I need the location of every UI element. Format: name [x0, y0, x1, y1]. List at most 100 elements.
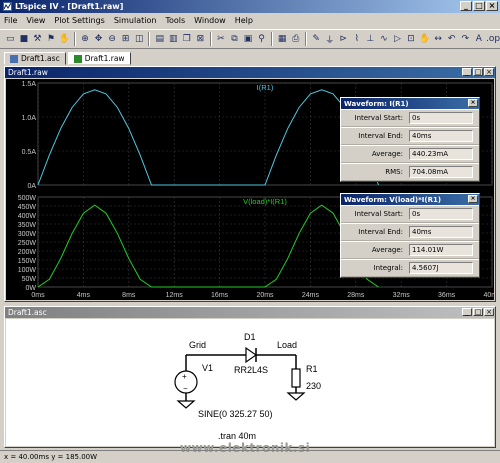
menu-file[interactable]: File — [4, 16, 17, 25]
print-setup-icon[interactable]: ▦ — [276, 32, 289, 46]
y-tick-label: 300W — [18, 231, 37, 238]
menu-tools[interactable]: Tools — [165, 16, 185, 25]
menu-plot-settings[interactable]: Plot Settings — [54, 16, 104, 25]
run-icon[interactable]: ⚑ — [45, 32, 58, 46]
waveform-file-icon — [73, 54, 82, 63]
x-tick-label: 32ms — [393, 292, 411, 299]
measurement-label: Average: — [371, 150, 403, 158]
diode-icon[interactable]: ▷ — [391, 32, 404, 46]
trace-title: I(R1) — [257, 83, 274, 92]
print-icon[interactable]: ⎙ — [289, 32, 302, 46]
zoom-in-icon[interactable]: ⊕ — [79, 32, 92, 46]
source-ref-label[interactable]: V1 — [202, 363, 213, 373]
ground-icon[interactable]: ⏚ — [323, 32, 336, 46]
cut-icon[interactable]: ✂ — [215, 32, 228, 46]
measurement-label: Average: — [371, 246, 403, 254]
capacitor-icon[interactable]: ⊥ — [364, 32, 377, 46]
net-label-grid[interactable]: Grid — [189, 340, 206, 350]
tab-draft1-asc[interactable]: Draft1.asc — [4, 52, 66, 65]
menu-help[interactable]: Help — [235, 16, 253, 25]
zoom-pan-icon[interactable]: ✥ — [92, 32, 105, 46]
zoom-fit-icon[interactable]: ⊞ — [119, 32, 132, 46]
drag-icon[interactable]: ↔ — [432, 32, 445, 46]
trace-current — [37, 89, 379, 186]
waveform-close-button[interactable]: × — [484, 68, 494, 76]
toolbar-divider — [73, 32, 76, 46]
plot-area[interactable]: 1.5A 1.0A 0.5A 0A I(R1) 500W 450W 400W 350W 300W 2… — [6, 79, 494, 300]
ltspice-app-icon — [3, 2, 12, 11]
measurement-value: 114.01W — [409, 244, 473, 256]
tab-label: Draft1.raw — [84, 54, 125, 63]
schematic-minimize-button[interactable]: _ — [462, 308, 472, 316]
text-icon[interactable]: A — [473, 32, 486, 46]
voltage-source-v1[interactable]: + − — [174, 370, 198, 394]
measurement-row: RMS: 704.08mA — [341, 163, 479, 181]
schematic-canvas[interactable]: + − Grid Load D1 RR2L4S V1 R1 230 SINE(0… — [6, 319, 494, 446]
app-titlebar: LTspice IV - [Draft1.raw] _ □ × — [0, 0, 500, 13]
paste-icon[interactable]: ▣ — [242, 32, 255, 46]
tab-draft1-raw[interactable]: Draft1.raw — [67, 52, 131, 65]
label-net-icon[interactable]: ⊳ — [337, 32, 350, 46]
measurement-value: 40ms — [409, 130, 473, 142]
spice-directive-label[interactable]: .tran 40m — [218, 431, 256, 441]
measurement-box-power[interactable]: Waveform: V(load)*I(R1) × Interval Start… — [340, 193, 480, 278]
ground-symbol[interactable] — [286, 392, 306, 401]
waveform-minimize-button[interactable]: _ — [462, 68, 472, 76]
menu-view[interactable]: View — [26, 16, 45, 25]
resistor-r1[interactable] — [291, 368, 301, 388]
app-title: LTspice IV - [Draft1.raw] — [15, 2, 124, 11]
redo-icon[interactable]: ↷ — [459, 32, 472, 46]
diode-d1[interactable] — [236, 346, 262, 364]
net-label-load[interactable]: Load — [277, 340, 297, 350]
schematic-maximize-button[interactable]: □ — [473, 308, 483, 316]
spice-directive-icon[interactable]: .op — [486, 32, 500, 46]
y-tick-label: 1.0A — [22, 115, 37, 122]
x-tick-label: 20ms — [256, 292, 274, 299]
diode-model-label[interactable]: RR2L4S — [234, 365, 268, 375]
autorange-icon[interactable]: ◫ — [133, 32, 146, 46]
measurement-close-button[interactable]: × — [468, 195, 478, 203]
waveform-window-title: Draft1.raw — [8, 68, 48, 77]
measurement-close-button[interactable]: × — [468, 99, 478, 107]
minimize-button[interactable]: _ — [460, 1, 472, 11]
wire-icon[interactable]: ✎ — [310, 32, 323, 46]
source-value-label[interactable]: SINE(0 325.27 50) — [198, 409, 273, 419]
resistor-value-label[interactable]: 230 — [306, 381, 321, 391]
x-tick-label: 24ms — [302, 292, 320, 299]
inductor-icon[interactable]: ∿ — [378, 32, 391, 46]
svg-text:−: − — [183, 384, 188, 393]
resistor-ref-label[interactable]: R1 — [306, 364, 318, 374]
halt-icon[interactable]: ✋ — [58, 32, 71, 46]
cascade-icon[interactable]: ❐ — [181, 32, 194, 46]
menu-simulation[interactable]: Simulation — [114, 16, 157, 25]
copy-icon[interactable]: ⧉ — [228, 32, 241, 46]
maximize-button[interactable]: □ — [473, 1, 485, 11]
resistor-icon[interactable]: ⌇ — [351, 32, 364, 46]
schematic-drawing[interactable]: + − Grid Load D1 RR2L4S V1 R1 230 SINE(0… — [6, 319, 494, 446]
menu-window[interactable]: Window — [194, 16, 226, 25]
toolbar: ▭ ■ ⚒ ⚑ ✋ ⊕ ✥ ⊖ ⊞ ◫ ▤ ▥ ❐ ⊠ ✂ ⧉ ▣ ⚲ ▦ ⎙ … — [0, 29, 500, 49]
save-icon[interactable]: ■ — [18, 32, 31, 46]
zoom-out-icon[interactable]: ⊖ — [106, 32, 119, 46]
measurement-row: Interval Start: 0s — [341, 205, 479, 223]
close-window-icon[interactable]: ⊠ — [194, 32, 207, 46]
measurement-row: Average: 440.23mA — [341, 145, 479, 163]
component-icon[interactable]: ⊡ — [405, 32, 418, 46]
close-button[interactable]: × — [486, 1, 498, 11]
diode-ref-label[interactable]: D1 — [244, 332, 256, 342]
control-panel-icon[interactable]: ⚒ — [31, 32, 44, 46]
measurement-label: Integral: — [373, 264, 403, 272]
open-folder-icon[interactable]: ▭ — [4, 32, 17, 46]
toolbar-divider — [304, 32, 307, 46]
tile-horizontal-icon[interactable]: ▤ — [153, 32, 166, 46]
tile-vertical-icon[interactable]: ▥ — [167, 32, 180, 46]
waveform-maximize-button[interactable]: □ — [473, 68, 483, 76]
toolbar-divider — [148, 32, 151, 46]
schematic-close-button[interactable]: × — [484, 308, 494, 316]
y-tick-label: 0.5A — [22, 149, 37, 156]
move-icon[interactable]: ✋ — [418, 32, 431, 46]
measurement-box-current[interactable]: Waveform: I(R1) × Interval Start: 0s Inte… — [340, 97, 480, 182]
find-icon[interactable]: ⚲ — [255, 32, 268, 46]
undo-icon[interactable]: ↶ — [445, 32, 458, 46]
ground-symbol[interactable] — [176, 400, 196, 409]
